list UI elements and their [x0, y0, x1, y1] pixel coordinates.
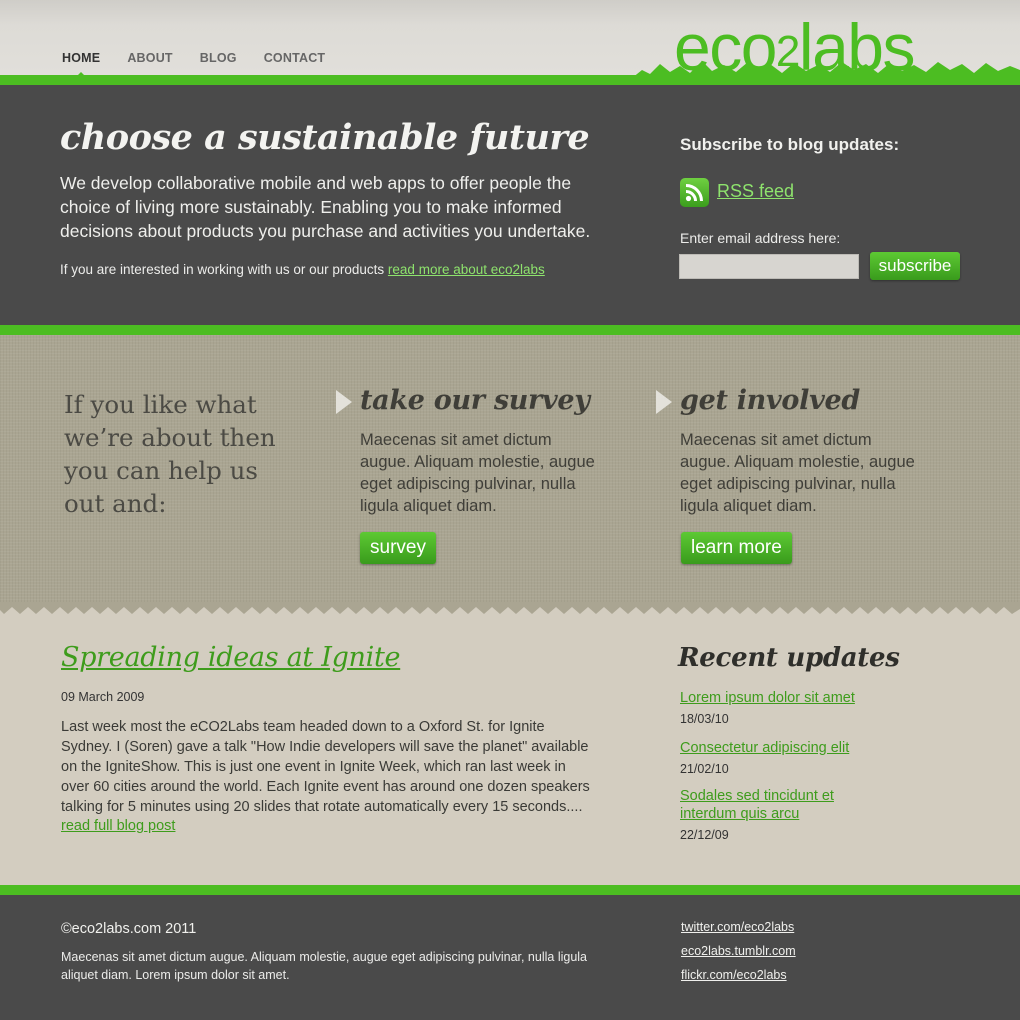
read-more-about-link[interactable]: read more about eco2labs	[388, 262, 545, 277]
subscribe-title: Subscribe to blog updates:	[680, 135, 900, 154]
call-to-action-section: If you like what we’re about then you ca…	[0, 335, 1020, 615]
email-label: Enter email address here:	[680, 230, 841, 246]
nav-contact-link[interactable]: CONTACT	[264, 51, 326, 65]
post-date: 09 March 2009	[61, 690, 145, 704]
hero-description: We develop collaborative mobile and web …	[60, 173, 591, 241]
subscribe-button[interactable]: subscribe	[870, 252, 960, 280]
survey-text: Maecenas sit amet dictum augue. Aliquam …	[360, 431, 595, 515]
hero-title: choose a sustainable future	[60, 117, 590, 158]
recent-updates-title: Recent updates	[678, 643, 900, 673]
hero-note: If you are interested in working with us…	[60, 262, 545, 277]
nav-home-link[interactable]: HOME	[62, 51, 100, 78]
green-divider	[0, 325, 1020, 335]
zigzag-edge	[0, 602, 1020, 616]
recent-update-date: 21/02/10	[680, 762, 729, 776]
flickr-link[interactable]: flickr.com/eco2labs	[681, 968, 787, 982]
tumblr-link[interactable]: eco2labs.tumblr.com	[681, 944, 796, 958]
blog-section: Spreading ideas at Ignite 09 March 2009 …	[0, 616, 1020, 885]
nav-about-link[interactable]: ABOUT	[127, 51, 172, 65]
post-title-link[interactable]: Spreading ideas at Ignite	[61, 642, 401, 673]
logo-labs: labs	[798, 10, 916, 84]
recent-update-date: 22/12/09	[680, 828, 729, 842]
arrow-right-icon	[336, 390, 352, 414]
recent-update-link[interactable]: Lorem ipsum dolor sit amet	[680, 689, 870, 707]
hero-note-text: If you are interested in working with us…	[60, 262, 388, 277]
get-involved-title: get involved	[680, 385, 860, 416]
learn-more-button[interactable]: learn more	[681, 532, 792, 564]
site-header: HOME ABOUT BLOG CONTACT eco2labs	[0, 0, 1020, 85]
footer-text: Maecenas sit amet dictum augue. Aliquam …	[61, 950, 588, 982]
post-excerpt: Last week most the eCO2Labs team headed …	[61, 719, 590, 815]
cta-intro: If you like what we’re about then you ca…	[64, 390, 276, 518]
main-nav: HOME ABOUT BLOG CONTACT	[62, 51, 352, 78]
twitter-link[interactable]: twitter.com/eco2labs	[681, 920, 794, 934]
arrow-right-icon	[656, 390, 672, 414]
logo-two: 2	[775, 27, 800, 76]
site-footer: ©eco2labs.com 2011 Maecenas sit amet dic…	[0, 895, 1020, 1020]
read-full-post-link[interactable]: read full blog post	[61, 818, 175, 834]
rss-icon[interactable]	[680, 178, 709, 207]
email-field[interactable]	[679, 254, 859, 279]
recent-update-link[interactable]: Sodales sed tincidunt et interdum quis a…	[680, 787, 870, 823]
recent-update-link[interactable]: Consectetur adipiscing elit	[680, 739, 870, 757]
survey-button[interactable]: survey	[360, 532, 436, 564]
rss-feed-link[interactable]: RSS feed	[717, 181, 794, 202]
nav-blog-link[interactable]: BLOG	[200, 51, 237, 65]
logo-eco: eco	[674, 10, 777, 84]
get-involved-text: Maecenas sit amet dictum augue. Aliquam …	[680, 431, 915, 515]
recent-update-date: 18/03/10	[680, 712, 729, 726]
copyright: ©eco2labs.com 2011	[61, 921, 197, 937]
green-divider	[0, 885, 1020, 895]
site-logo[interactable]: eco2labs	[674, 14, 915, 80]
survey-title: take our survey	[360, 385, 590, 416]
hero-section: choose a sustainable future We develop c…	[0, 85, 1020, 325]
